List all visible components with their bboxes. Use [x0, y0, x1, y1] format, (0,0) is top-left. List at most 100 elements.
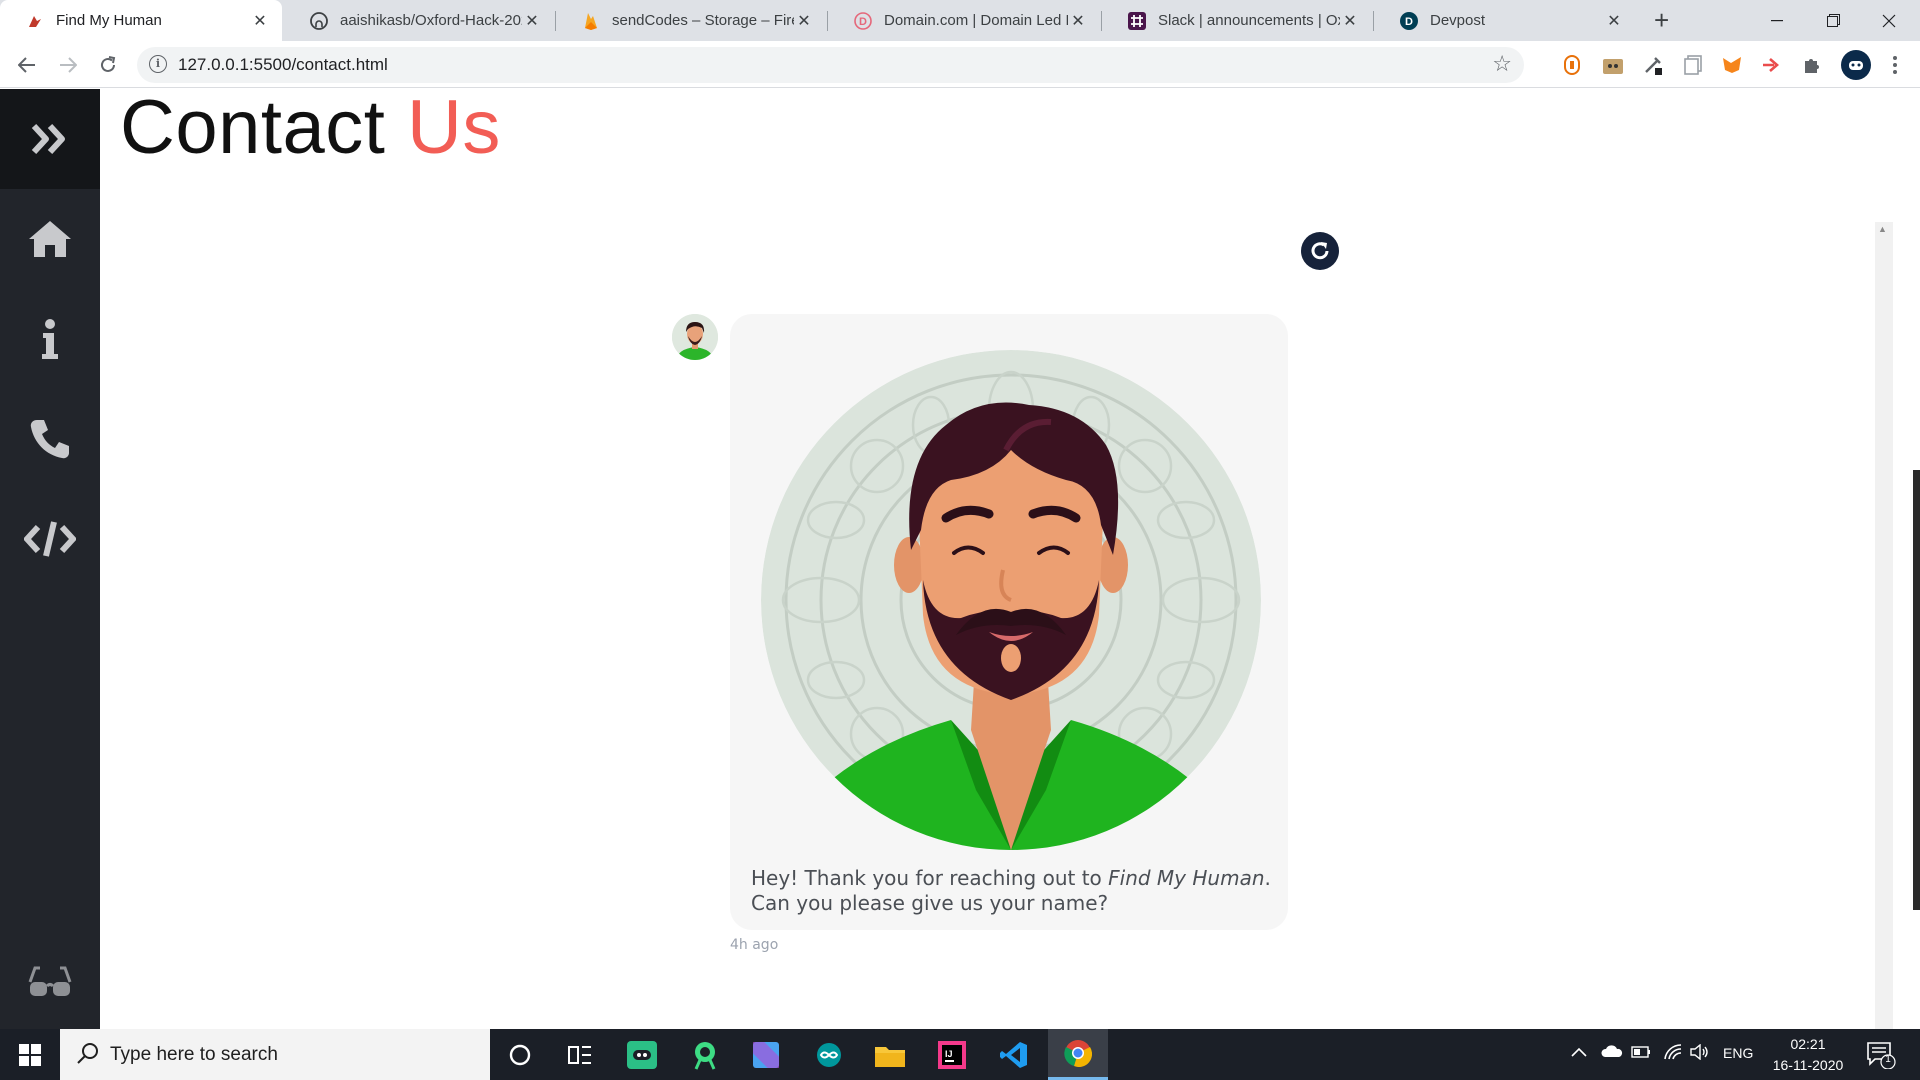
address-bar[interactable]: i 127.0.0.1:5500/contact.html ☆	[137, 47, 1524, 83]
profile-avatar-icon[interactable]	[1841, 50, 1871, 80]
message-brand-name: Find My Human	[1108, 866, 1265, 890]
tab-close-icon[interactable]: ✕	[250, 11, 270, 31]
minimize-icon[interactable]	[1749, 0, 1805, 41]
devpost-icon: D	[1400, 11, 1418, 30]
tab-close-icon[interactable]: ✕	[522, 11, 542, 31]
language-indicator[interactable]: ENG	[1723, 1045, 1753, 1061]
page-scrollbar-thumb[interactable]	[1913, 470, 1920, 910]
search-icon	[77, 1043, 98, 1064]
page-title: Contact Us	[120, 88, 501, 168]
svg-text:D: D	[859, 16, 867, 28]
arduino-icon[interactable]	[799, 1029, 859, 1080]
windows-logo-icon	[19, 1043, 41, 1066]
tab-title: aaishikasb/Oxford-Hack-2020	[340, 12, 522, 29]
firebase-icon	[582, 12, 600, 30]
tab-title: Domain.com | Domain Led Email	[884, 12, 1068, 29]
forward-icon[interactable]	[54, 51, 82, 79]
phone-icon	[30, 420, 70, 459]
cortana-icon[interactable]	[490, 1029, 550, 1080]
app-robot-icon[interactable]	[612, 1029, 672, 1080]
sidebar-nav	[0, 89, 100, 1029]
onedrive-icon[interactable]	[1601, 1044, 1623, 1061]
close-window-icon[interactable]	[1861, 0, 1917, 41]
slack-icon	[1128, 11, 1146, 30]
action-center-icon[interactable]: 1	[1866, 1041, 1896, 1070]
github-icon	[310, 11, 328, 30]
show-hidden-icons[interactable]	[1571, 1044, 1587, 1060]
sidebar-item-contact[interactable]	[0, 399, 100, 479]
chat-message-bubble: Hey! Thank you for reaching out to Find …	[730, 314, 1288, 930]
browser-toolbar: i 127.0.0.1:5500/contact.html ☆	[0, 41, 1920, 88]
reload-icon[interactable]	[94, 51, 122, 79]
double-chevron-right-icon	[31, 123, 65, 155]
chrome-menu-icon[interactable]	[1884, 54, 1906, 76]
sidebar-item-about[interactable]	[0, 299, 100, 379]
tab-github[interactable]: aaishikasb/Oxford-Hack-2020 ✕	[284, 0, 554, 41]
task-view-icon[interactable]	[550, 1029, 610, 1080]
wifi-icon[interactable]	[1664, 1044, 1682, 1063]
android-studio-icon[interactable]	[675, 1029, 735, 1080]
page-title-main: Contact	[120, 85, 386, 170]
sidebar-item-accessibility[interactable]	[0, 942, 100, 1022]
tab-domain[interactable]: D Domain.com | Domain Led Email ✕	[828, 0, 1100, 41]
clock-date: 16-11-2020	[1772, 1057, 1844, 1073]
start-button[interactable]	[0, 1029, 60, 1080]
tab-firebase[interactable]: sendCodes – Storage – Firebase ✕	[556, 0, 826, 41]
sidebar-item-code[interactable]	[0, 499, 100, 579]
chat-scrollbar[interactable]	[1875, 222, 1893, 1029]
tab-title: sendCodes – Storage – Firebase	[612, 12, 794, 29]
code-icon	[24, 521, 76, 557]
extension-copy-icon[interactable]	[1682, 54, 1704, 76]
vscode-icon[interactable]	[984, 1029, 1044, 1080]
restore-icon[interactable]	[1805, 0, 1861, 41]
restart-chat-button[interactable]	[1301, 232, 1339, 270]
sidebar-item-home[interactable]	[0, 199, 100, 279]
tab-title: Devpost	[1430, 12, 1486, 29]
sidebar-expand-button[interactable]	[0, 89, 100, 189]
tab-strip: Find My Human ✕ aaishikasb/Oxford-Hack-2…	[0, 0, 1920, 41]
bot-avatar	[672, 314, 718, 360]
tab-slack[interactable]: Slack | announcements | Oxford ✕	[1102, 0, 1372, 41]
volume-icon[interactable]	[1690, 1043, 1710, 1063]
home-icon	[29, 221, 71, 257]
tab-close-icon[interactable]: ✕	[794, 11, 814, 31]
svg-text:D: D	[1405, 16, 1413, 28]
site-info-icon[interactable]: i	[149, 55, 167, 73]
search-placeholder[interactable]: Type here to search	[110, 1044, 278, 1066]
tab-close-icon[interactable]: ✕	[1604, 11, 1624, 31]
glasses-icon	[28, 966, 72, 996]
info-icon	[42, 319, 58, 359]
windows-taskbar: Type here to search IJ ENG 02:21 16-11-2…	[0, 1029, 1920, 1080]
svg-text:IJ: IJ	[945, 1049, 953, 1059]
extension-shield-icon[interactable]	[1561, 54, 1583, 76]
tab-title: Slack | announcements | Oxford	[1158, 12, 1340, 29]
bookmark-star-icon[interactable]: ☆	[1492, 51, 1512, 77]
extension-cat-icon[interactable]	[1602, 54, 1624, 76]
chat-message-text: Hey! Thank you for reaching out to Find …	[751, 866, 1271, 916]
notification-count: 1	[1885, 1054, 1891, 1065]
back-icon[interactable]	[13, 51, 41, 79]
taskbar-search[interactable]: Type here to search	[60, 1029, 490, 1080]
refresh-icon	[1311, 242, 1329, 260]
new-tab-button[interactable]: +	[1654, 7, 1669, 33]
human-illustration	[761, 350, 1261, 850]
extension-dropper-icon[interactable]	[1642, 54, 1664, 76]
taskbar-clock[interactable]: 02:21 16-11-2020	[1766, 1034, 1850, 1076]
extension-arrow-icon[interactable]	[1761, 54, 1783, 76]
tab-devpost[interactable]: D Devpost ✕	[1374, 0, 1636, 41]
clock-time: 02:21	[1790, 1036, 1826, 1052]
file-explorer-icon[interactable]	[860, 1029, 920, 1080]
tab-title: Find My Human	[56, 12, 162, 29]
intellij-icon[interactable]: IJ	[922, 1029, 982, 1080]
person-run-favicon-icon	[26, 12, 44, 30]
url-text[interactable]: 127.0.0.1:5500/contact.html	[178, 55, 388, 75]
chrome-icon[interactable]	[1048, 1029, 1108, 1080]
extension-metamask-icon[interactable]	[1721, 54, 1743, 76]
scroll-up-arrow-icon[interactable]: ▲	[1878, 224, 1887, 234]
battery-icon[interactable]	[1631, 1044, 1651, 1061]
extensions-puzzle-icon[interactable]	[1801, 54, 1823, 76]
tab-close-icon[interactable]: ✕	[1340, 11, 1360, 31]
tab-close-icon[interactable]: ✕	[1068, 11, 1088, 31]
app-window-icon[interactable]	[736, 1029, 796, 1080]
tab-find-my-human[interactable]: Find My Human ✕	[0, 0, 282, 41]
